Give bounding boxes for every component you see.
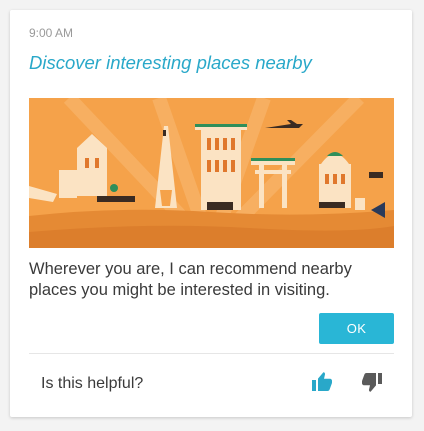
card-timestamp: 9:00 AM <box>29 26 74 40</box>
places-illustration <box>29 98 394 248</box>
feedback-question: Is this helpful? <box>41 375 144 392</box>
card-description: Wherever you are, I can recommend nearby… <box>29 260 352 299</box>
thumbs-down-icon[interactable] <box>360 370 384 394</box>
divider <box>29 353 394 354</box>
ok-button[interactable]: OK <box>319 313 394 344</box>
suggestion-card: 9:00 AM Discover interesting places near… <box>10 10 412 417</box>
thumbs-up-icon[interactable] <box>310 370 334 394</box>
card-title: Discover interesting places nearby <box>29 52 312 73</box>
